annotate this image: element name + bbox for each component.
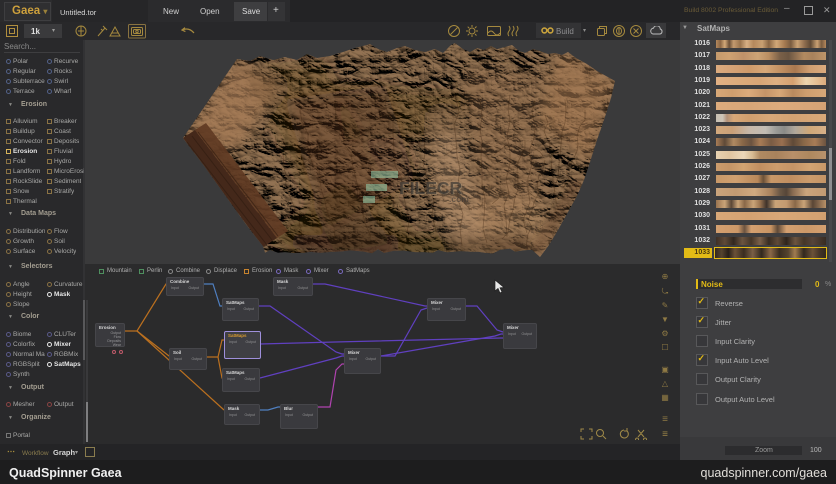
svg-text:.com: .com [449, 194, 469, 204]
